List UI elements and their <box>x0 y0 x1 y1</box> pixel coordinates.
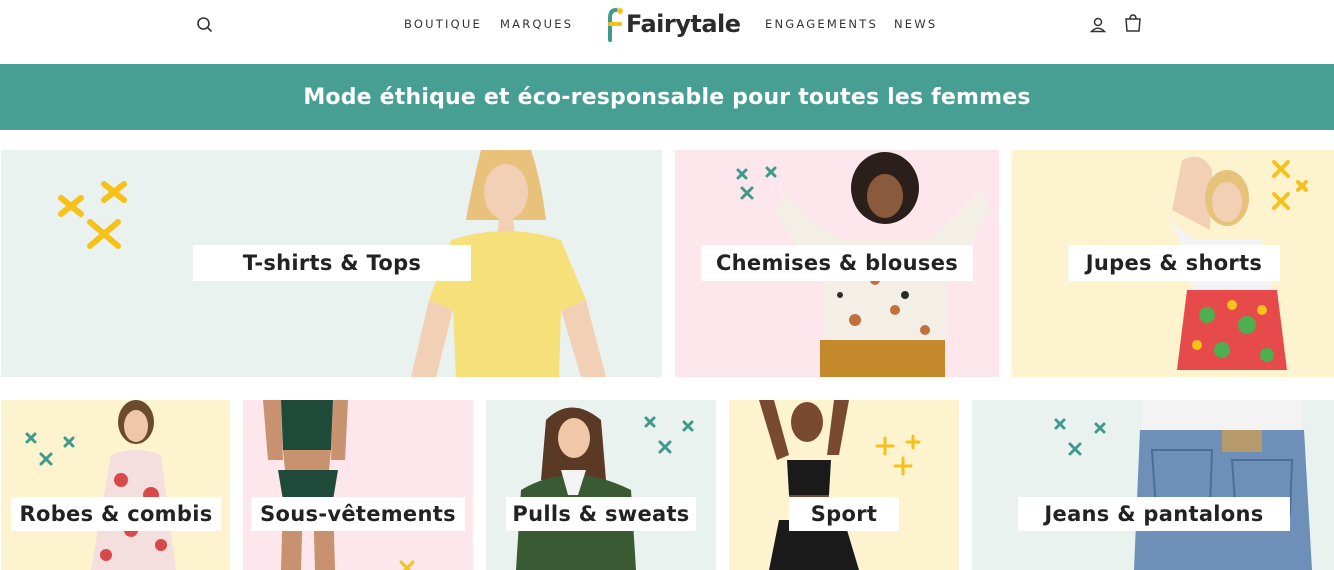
nav-boutique[interactable]: BOUTIQUE <box>404 17 482 31</box>
teal-cross-icon <box>1054 418 1106 456</box>
nav-engagements[interactable]: ENGAGEMENTS <box>765 17 878 31</box>
category-tile-jeans[interactable]: Jeans & pantalons <box>972 400 1334 570</box>
promo-banner: Mode éthique et éco-responsable pour tou… <box>0 64 1334 130</box>
site-header: BOUTIQUE MARQUES Fairytale ENGAGEMENTS N… <box>0 0 1334 64</box>
category-tile-pulls[interactable]: Pulls & sweats <box>486 400 716 570</box>
category-label: Jeans & pantalons <box>1018 497 1290 531</box>
category-tile-sport[interactable]: Sport <box>729 400 959 570</box>
model-photo <box>759 400 859 570</box>
banner-text: Mode éthique et éco-responsable pour tou… <box>303 84 1031 110</box>
category-tile-chemises[interactable]: Chemises & blouses <box>675 150 999 377</box>
model-photo <box>1134 400 1312 570</box>
category-label: Sport <box>789 497 899 531</box>
yellow-cross-icon <box>399 560 415 570</box>
category-label: Robes & combis <box>11 497 221 531</box>
account-icon[interactable] <box>1087 14 1109 36</box>
logo[interactable]: Fairytale <box>606 4 741 46</box>
model-photo <box>263 400 348 570</box>
yellow-sparkle-icon <box>875 434 921 476</box>
model-photo <box>91 400 176 570</box>
category-label: Sous-vêtements <box>251 497 465 531</box>
nav-news[interactable]: NEWS <box>894 17 937 31</box>
category-label: Pulls & sweats <box>506 497 696 531</box>
category-label: Jupes & shorts <box>1068 245 1280 281</box>
search-icon[interactable] <box>194 14 216 36</box>
logo-text: Fairytale <box>626 10 741 38</box>
teal-cross-icon <box>644 416 694 454</box>
category-tile-robes[interactable]: Robes & combis <box>1 400 230 570</box>
category-label: Chemises & blouses <box>701 245 973 281</box>
category-tile-tshirts[interactable]: T-shirts & Tops <box>1 150 662 377</box>
nav-marques[interactable]: MARQUES <box>500 17 573 31</box>
cart-icon[interactable] <box>1122 13 1144 35</box>
yellow-cross-icon <box>58 181 127 249</box>
model-photo <box>516 407 636 570</box>
category-label: T-shirts & Tops <box>193 245 471 281</box>
category-tile-jupes[interactable]: Jupes & shorts <box>1012 150 1334 377</box>
teal-cross-icon <box>25 432 75 466</box>
category-tile-sous-vetements[interactable]: Sous-vêtements <box>243 400 473 570</box>
